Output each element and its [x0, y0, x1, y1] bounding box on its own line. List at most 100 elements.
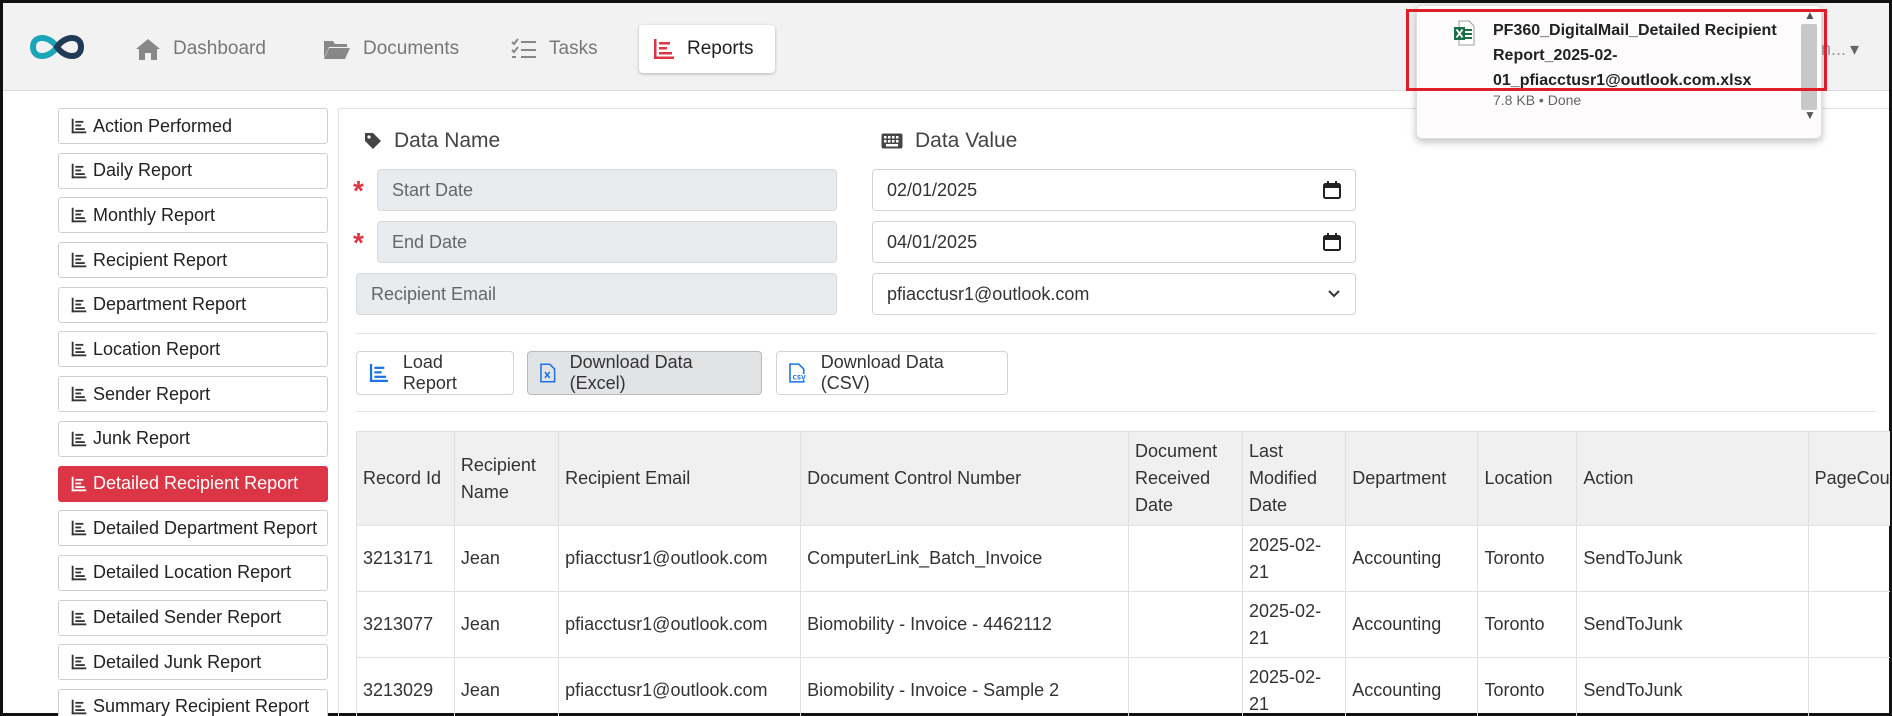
- table-cell: [1807, 525, 1890, 592]
- table-row[interactable]: 3213171 Jean pfiacctusr1@outlook.com Comput…: [356, 525, 1890, 592]
- recipient-email-label-text: Recipient Email: [371, 283, 497, 304]
- sidebar-item-label: Detailed Department Report: [93, 517, 318, 538]
- column-header[interactable]: PageCount: [1807, 431, 1890, 526]
- sidebar-item-label: Junk Report: [93, 428, 191, 449]
- sidebar-item-label: Detailed Junk Report: [93, 651, 262, 672]
- home-icon: [136, 39, 160, 60]
- table-cell: [1807, 591, 1890, 658]
- report-chart-icon: [71, 476, 87, 491]
- sidebar-item[interactable]: Detailed Department Report: [58, 510, 328, 547]
- report-chart-icon: [71, 342, 87, 357]
- table-cell: pfiacctusr1@outlook.com: [558, 657, 802, 716]
- start-date-label-text: Start Date: [392, 179, 474, 200]
- table-row[interactable]: 3213029 Jean pfiacctusr1@outlook.com Biomob…: [356, 657, 1890, 716]
- tasks-checklist-icon: [511, 38, 536, 58]
- sidebar-item[interactable]: Summary Recipient Report: [58, 688, 328, 716]
- load-report-button[interactable]: Load Report: [356, 351, 514, 395]
- download-csv-label: Download Data (CSV): [820, 352, 944, 393]
- sidebar-item[interactable]: Junk Report: [58, 420, 328, 457]
- table-cell: [1128, 525, 1244, 592]
- nav-dashboard[interactable]: Dashboard: [121, 25, 280, 73]
- report-chart-icon: [71, 565, 87, 581]
- excel-file-icon: [540, 363, 556, 383]
- csv-file-icon: CSV: [789, 363, 806, 383]
- highlight-box: [1406, 9, 1827, 91]
- column-header[interactable]: Document Received Date: [1128, 431, 1244, 526]
- sidebar-item[interactable]: Action Performed: [58, 108, 328, 144]
- required-asterisk: *: [353, 227, 364, 258]
- sidebar-item[interactable]: Detailed Recipient Report: [58, 465, 328, 502]
- report-chart-icon: [71, 431, 87, 447]
- column-header[interactable]: Document Control Number: [800, 431, 1130, 526]
- sidebar-item-label: Department Report: [93, 294, 247, 315]
- report-chart-icon: [71, 386, 87, 402]
- report-main-panel: Data Name Data Value * Start Date 02/01/…: [338, 108, 1890, 716]
- data-value-title: Data Value: [915, 129, 1018, 152]
- table-cell: Accounting: [1345, 525, 1479, 592]
- table-cell: Accounting: [1345, 657, 1479, 716]
- table-cell: Jean: [453, 525, 560, 592]
- report-chart-icon: [71, 297, 87, 313]
- report-sidebar: Action Performed Daily Report Monthly Repo…: [58, 108, 328, 716]
- column-header[interactable]: Department: [1345, 431, 1479, 526]
- column-header[interactable]: Record Id: [356, 431, 455, 526]
- folder-open-icon: [324, 41, 350, 59]
- form-divider: [356, 333, 1876, 334]
- app-logo[interactable]: [27, 27, 87, 67]
- table-cell: Toronto: [1477, 591, 1578, 658]
- recipient-email-select[interactable]: pfiacctusr1@outlook.com: [872, 273, 1356, 315]
- scroll-down-icon[interactable]: ▼: [1804, 108, 1816, 122]
- table-header-row: Record Id Recipient Name Recipient Email Do…: [356, 431, 1890, 526]
- data-name-heading: Data Name: [364, 129, 500, 153]
- buttons-divider: [356, 411, 1876, 412]
- column-header[interactable]: Recipient Email: [558, 431, 802, 526]
- sidebar-item[interactable]: Monthly Report: [58, 197, 328, 234]
- download-csv-button[interactable]: CSV Download Data (CSV): [776, 351, 1008, 395]
- sidebar-item[interactable]: Detailed Sender Report: [58, 599, 328, 636]
- sidebar-item[interactable]: Daily Report: [58, 152, 328, 189]
- sidebar-item-label: Recipient Report: [93, 249, 228, 270]
- table-cell: 3213029: [356, 657, 455, 716]
- sidebar-item[interactable]: Detailed Location Report: [58, 554, 328, 591]
- report-chart-icon: [71, 208, 87, 223]
- sidebar-item-label: Location Report: [93, 338, 221, 359]
- download-excel-button[interactable]: Download Data (Excel): [527, 351, 762, 395]
- start-date-input[interactable]: 02/01/2025: [872, 169, 1356, 211]
- end-date-label-text: End Date: [392, 231, 468, 252]
- table-cell: 2025-02-21: [1242, 591, 1347, 658]
- table-cell: Jean: [453, 591, 560, 658]
- table-cell: 2025-02-21: [1242, 525, 1347, 592]
- column-header[interactable]: Location: [1477, 431, 1578, 526]
- recipient-email-value: pfiacctusr1@outlook.com: [887, 283, 1090, 304]
- table-cell: SendToJunk: [1576, 591, 1809, 658]
- required-asterisk: *: [353, 175, 364, 206]
- nav-documents[interactable]: Documents: [309, 25, 473, 73]
- sidebar-item[interactable]: Detailed Junk Report: [58, 644, 328, 681]
- report-table-container[interactable]: Record Id Recipient Name Recipient Email Do…: [356, 431, 1890, 716]
- download-status: 7.8 KB • Done: [1493, 92, 1582, 108]
- end-date-input[interactable]: 04/01/2025: [872, 221, 1356, 263]
- sidebar-item[interactable]: Location Report: [58, 331, 328, 368]
- column-header[interactable]: Action: [1576, 431, 1809, 526]
- table-cell: Jean: [453, 657, 560, 716]
- sidebar-item[interactable]: Recipient Report: [58, 242, 328, 279]
- column-header[interactable]: Recipient Name: [453, 431, 560, 526]
- sidebar-item[interactable]: Sender Report: [58, 376, 328, 413]
- start-date-value: 02/01/2025: [887, 179, 978, 200]
- data-name-title: Data Name: [394, 129, 501, 152]
- calendar-icon[interactable]: [1323, 233, 1341, 251]
- nav-documents-label: Documents: [363, 38, 460, 59]
- table-cell: [1128, 591, 1244, 658]
- nav-tasks-label: Tasks: [549, 38, 598, 59]
- table-row[interactable]: 3213077 Jean pfiacctusr1@outlook.com Biomob…: [356, 591, 1890, 658]
- caret-down-icon: ▾: [1850, 39, 1860, 59]
- column-header[interactable]: Last Modified Date: [1242, 431, 1347, 526]
- nav-tasks[interactable]: Tasks: [497, 25, 612, 73]
- calendar-icon[interactable]: [1323, 181, 1341, 199]
- report-chart-icon: [71, 699, 87, 715]
- nav-reports[interactable]: Reports: [639, 25, 775, 73]
- nav-dashboard-label: Dashboard: [173, 38, 266, 59]
- table-cell: pfiacctusr1@outlook.com: [558, 525, 802, 592]
- sidebar-item[interactable]: Department Report: [58, 286, 328, 323]
- table-cell: Toronto: [1477, 657, 1578, 716]
